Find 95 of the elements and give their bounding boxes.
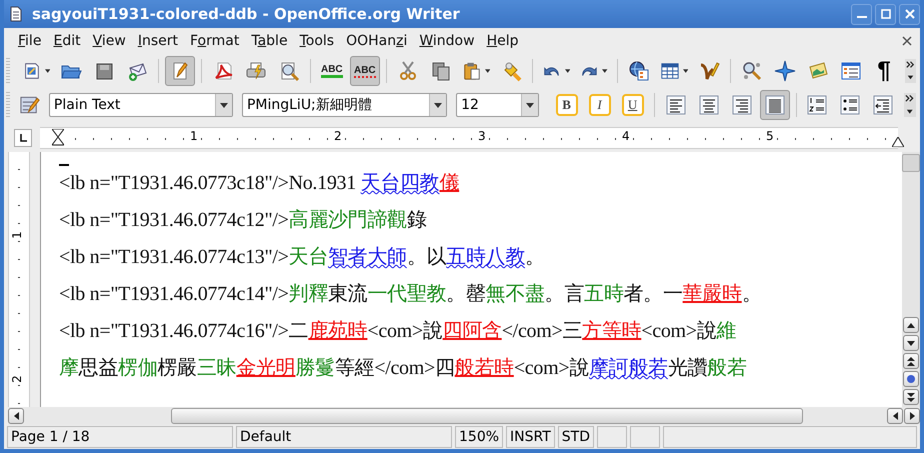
caret-icon <box>220 102 228 108</box>
minimize-icon <box>856 16 866 18</box>
search-icon <box>741 60 764 82</box>
menu-item[interactable]: View <box>86 33 132 49</box>
pilcrow-button[interactable]: ¶ <box>869 56 900 86</box>
bold-button[interactable]: B <box>556 94 578 116</box>
menu-item[interactable]: File <box>12 33 48 49</box>
page-indicator: Page 1 / 18 <box>7 426 233 448</box>
edit-button[interactable] <box>164 56 195 86</box>
bullet-list-icon <box>839 94 862 116</box>
align-right-icon <box>730 94 753 116</box>
ruler-number: 5 <box>766 129 774 143</box>
minimize-button[interactable] <box>851 4 872 24</box>
scroll-left-button[interactable] <box>8 408 24 424</box>
clipboard-icon <box>462 60 482 82</box>
dropdown-arrow-icon <box>44 69 50 73</box>
close-icon[interactable] <box>902 36 912 46</box>
status-panel <box>597 426 627 448</box>
horizontal-scrollbar[interactable] <box>8 407 920 425</box>
list-icon <box>840 60 862 82</box>
selection-mode[interactable]: STD <box>558 426 594 448</box>
window-title: sagyouiT1931-colored-ddb - OpenOffice.org Writer <box>32 5 461 23</box>
underline-button[interactable]: U <box>622 94 644 116</box>
justify-button[interactable] <box>760 90 790 120</box>
menu-item[interactable]: Format <box>184 33 246 49</box>
overflow-icon[interactable] <box>904 93 916 117</box>
ruler-number: 3 <box>478 129 486 143</box>
ruler-number: 1 <box>10 231 24 239</box>
page-style: Default <box>236 426 452 448</box>
ruler-number: 2 <box>334 129 342 143</box>
styles-icon[interactable] <box>18 94 40 116</box>
indent-marker-icon[interactable] <box>52 129 64 147</box>
document-line: <lb n="T1931.46.0774c12"/>高麗沙門諦觀錄 <box>59 208 428 233</box>
maximize-icon <box>880 9 890 19</box>
autospell-button[interactable]: ABC <box>350 56 380 86</box>
printer-icon <box>244 60 267 82</box>
document-icon <box>8 6 24 22</box>
menu-item[interactable]: Window <box>413 33 481 49</box>
right-arrow-icon <box>910 412 914 420</box>
paragraph-style-dropdown[interactable]: Plain Text <box>48 93 233 117</box>
indent-icon <box>872 94 894 116</box>
menu-item[interactable]: Tools <box>294 33 340 49</box>
ball-icon <box>906 374 916 384</box>
left-arrow-icon <box>14 412 18 420</box>
overflow-icon[interactable] <box>905 59 916 83</box>
vertical-scrollbar[interactable] <box>902 152 920 407</box>
left-arrow-icon <box>892 412 898 420</box>
ruler-number: 4 <box>622 129 630 143</box>
copy-icon <box>430 60 452 82</box>
close-button[interactable] <box>899 4 920 24</box>
scroll-thumb[interactable] <box>902 154 920 172</box>
font-size-dropdown[interactable]: 12 <box>456 93 539 117</box>
scroll-right-button[interactable] <box>904 408 920 424</box>
dropdown-arrow-icon <box>682 69 688 73</box>
spell-button[interactable]: ABC <box>316 56 347 86</box>
insert-mode[interactable]: INSRT <box>506 426 555 448</box>
scroll-thumb[interactable] <box>171 408 803 424</box>
dropdown-arrow-icon <box>565 69 570 73</box>
ruler-number: 2 <box>10 375 24 383</box>
pen-icon <box>698 60 720 82</box>
numbered-list-icon <box>806 94 828 116</box>
double-down-arrow-icon <box>907 392 915 402</box>
tab-type-icon[interactable] <box>14 129 32 147</box>
status-panel <box>630 426 660 448</box>
scroll-left-button[interactable] <box>887 408 903 424</box>
caret-icon <box>526 102 534 108</box>
menu-item[interactable]: OOHanzi <box>340 33 414 49</box>
font-name-dropdown[interactable]: PMingLiU;新細明體 <box>242 93 448 117</box>
dropdown-arrow-icon <box>602 69 608 73</box>
menu-item[interactable]: Help <box>480 33 524 49</box>
dropdown-arrow-icon <box>484 69 490 73</box>
zoom-level[interactable]: 150% <box>455 426 504 448</box>
menu-item[interactable]: Insert <box>132 33 184 49</box>
italic-button[interactable]: I <box>588 94 611 116</box>
caret-icon <box>434 102 442 108</box>
star-icon <box>774 60 796 82</box>
next-page-button[interactable] <box>903 389 919 405</box>
right-indent-marker-icon[interactable] <box>892 137 904 147</box>
menu-item[interactable]: Table <box>245 33 294 49</box>
scroll-up-button[interactable] <box>903 317 919 333</box>
globe-icon <box>628 60 650 82</box>
document-line: <lb n="T1931.46.0774c13"/>天台智者大師。以五時八教。 <box>59 245 546 270</box>
down-arrow-icon <box>907 340 915 346</box>
align-left-icon <box>664 94 687 116</box>
ruler-number: 1 <box>190 129 198 143</box>
align-center-icon <box>698 94 720 116</box>
previous-page-button[interactable] <box>903 353 919 369</box>
maximize-button[interactable] <box>875 4 896 24</box>
up-arrow-icon <box>907 322 915 328</box>
double-up-arrow-icon <box>907 356 915 366</box>
justify-icon <box>764 94 786 116</box>
menu-item[interactable]: Edit <box>47 33 87 49</box>
navigation-button[interactable] <box>903 371 919 387</box>
close-icon <box>904 9 914 19</box>
scroll-down-button[interactable] <box>903 335 919 351</box>
